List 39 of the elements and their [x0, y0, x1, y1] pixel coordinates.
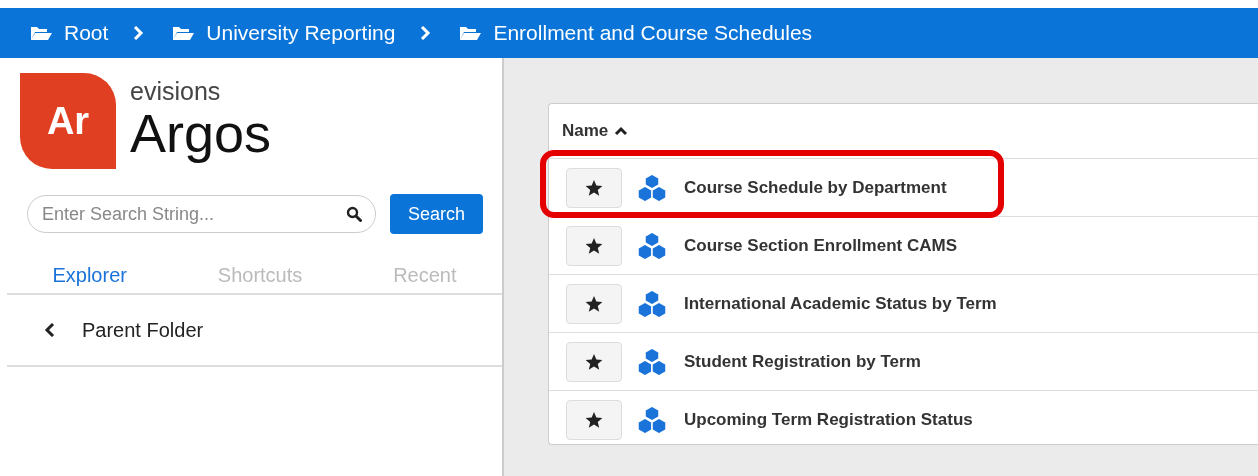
cubes-icon: [636, 346, 668, 377]
report-link[interactable]: Student Registration by Term: [684, 351, 921, 372]
company-name: evisions: [130, 78, 222, 104]
report-link[interactable]: International Academic Status by Term: [684, 293, 997, 314]
report-link[interactable]: Upcoming Term Registration Status: [684, 409, 973, 430]
back-chevron-icon: [44, 323, 56, 337]
cubes-icon: [636, 172, 668, 203]
report-link[interactable]: Course Schedule by Department: [684, 177, 947, 198]
logo-mark: Ar: [20, 73, 116, 169]
search-icon: [346, 206, 362, 222]
favorite-star-button[interactable]: [566, 283, 622, 324]
cubes-icon: [636, 288, 668, 319]
chevron-icon: [419, 26, 432, 40]
star-icon: [585, 410, 603, 429]
cubes-icon: [636, 230, 668, 261]
sort-up-icon: [614, 126, 629, 136]
tab[interactable]: Explorer: [52, 264, 127, 287]
star-icon: [585, 294, 603, 313]
parent-folder-link[interactable]: Parent Folder: [82, 318, 204, 342]
favorite-star-button[interactable]: [566, 167, 622, 208]
product-name: Argos: [130, 104, 272, 162]
favorite-star-button[interactable]: [566, 225, 622, 266]
folder-icon: [459, 25, 482, 41]
search-field[interactable]: Enter Search String...: [27, 195, 376, 233]
folder-icon: [172, 25, 195, 41]
favorite-star-button[interactable]: [566, 399, 622, 440]
star-icon: [585, 352, 603, 371]
star-icon: [585, 178, 603, 197]
breadcrumb-link[interactable]: Enrollment and Course Schedules: [459, 21, 813, 45]
breadcrumb-link[interactable]: Root: [30, 21, 109, 45]
search-button[interactable]: Search: [390, 194, 483, 234]
cubes-icon: [636, 404, 668, 435]
favorite-star-button[interactable]: [566, 341, 622, 382]
breadcrumb-link[interactable]: University Reporting: [172, 21, 396, 45]
column-header[interactable]: Name: [562, 121, 609, 141]
chevron-icon: [132, 26, 145, 40]
folder-icon: [30, 25, 52, 41]
report-link[interactable]: Course Section Enrollment CAMS: [684, 235, 957, 256]
star-icon: [585, 236, 603, 255]
